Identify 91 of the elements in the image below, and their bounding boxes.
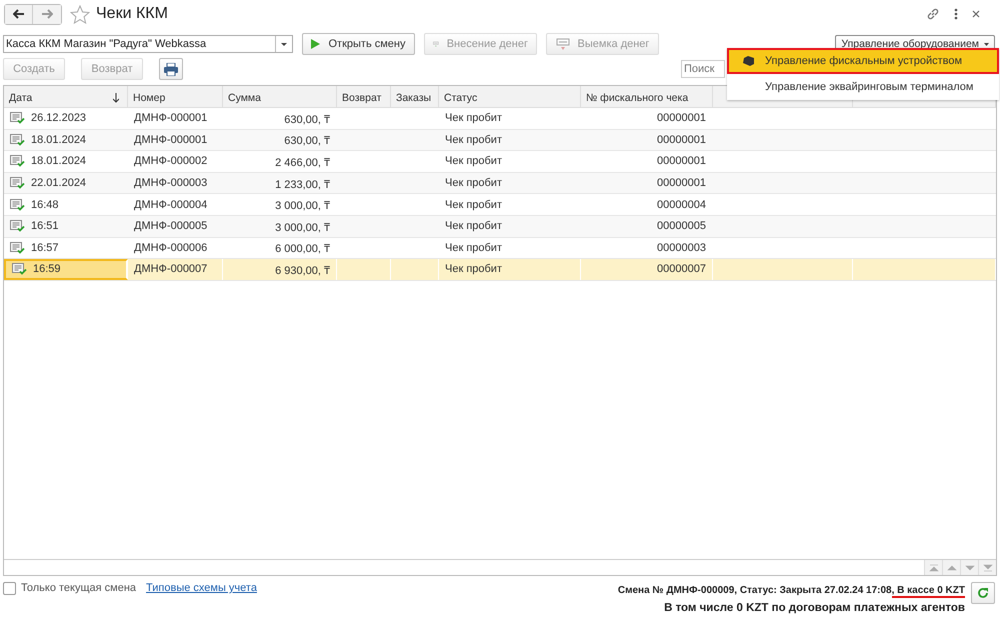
checkbox-label: Только текущая смена: [21, 582, 136, 594]
back-arrow-icon: [12, 9, 24, 19]
column-header[interactable]: № фискального чека: [581, 86, 713, 107]
column-header[interactable]: Сумма: [223, 86, 337, 107]
receipt-check-icon: [10, 112, 25, 124]
refresh-button[interactable]: [971, 582, 995, 604]
table-cell: ДМНФ-000005: [134, 220, 208, 232]
receipt-check-icon: [12, 263, 27, 276]
table-row[interactable]: 16:51 ДМНФ-000005 3 000,00, ₸ Чек пробит 00000005: [4, 216, 996, 238]
link-icon[interactable]: [926, 7, 940, 21]
table-cell: Чек пробит: [445, 177, 502, 190]
scroll-arrow-icon: [982, 564, 992, 572]
scroll-button[interactable]: [960, 560, 978, 575]
table-cell: 18.01.2024: [31, 155, 86, 168]
register-select[interactable]: Касса ККМ Магазин "Радуга" Webkassa: [3, 35, 293, 53]
scroll-arrow-icon: [928, 564, 938, 572]
table-cell: Чек пробит: [445, 198, 502, 211]
table-cell: 00000003: [657, 242, 706, 254]
table-cell: ДМНФ-000003: [134, 177, 208, 190]
table-cell: 18.01.2024: [31, 134, 86, 146]
agents-text: В том числе 0 KZT по договорам платежных агентов: [664, 602, 965, 614]
table-cell: 26.12.2023: [31, 112, 86, 124]
checkbox[interactable]: [3, 582, 16, 594]
cash-text: , В кассе 0 KZT: [892, 585, 965, 598]
table-cell: 00000001: [657, 155, 706, 168]
scroll-button[interactable]: [942, 560, 960, 575]
table-cell: 00000001: [657, 112, 706, 124]
table-cell-text: 630,00, ₸: [284, 134, 330, 148]
table-row[interactable]: 22.01.2024 ДМНФ-000003 1 233,00, ₸ Чек пробит 00000001: [4, 172, 996, 194]
table-cell: ДМНФ-000001: [134, 112, 208, 124]
more-icon[interactable]: [954, 8, 958, 20]
table-cell-text: 6 000,00, ₸: [275, 242, 330, 256]
receipt-check-icon: [10, 220, 25, 232]
table-cell: 16:57: [31, 242, 59, 254]
receipt-check-icon: [10, 177, 25, 190]
receipt-check-icon: [10, 242, 25, 254]
table-cell: 00000007: [657, 263, 706, 276]
shift-status-text: Смена № ДМНФ-000009, Статус: Закрыта 27.02.24 17:08: [618, 585, 892, 596]
column-header[interactable]: Заказы: [391, 86, 439, 107]
table-cell: 22.01.2024: [31, 177, 86, 190]
table-cell: 00000005: [657, 220, 706, 232]
close-icon[interactable]: [972, 10, 980, 18]
menu-item[interactable]: Управление фискальным устройством: [727, 48, 999, 74]
forward-arrow-icon: [41, 9, 53, 19]
table-cell-text: 6 930,00, ₸: [275, 264, 330, 277]
table-cell: 00000001: [657, 177, 706, 190]
column-header[interactable]: Статус: [439, 86, 581, 107]
print-button[interactable]: [159, 58, 183, 80]
column-header[interactable]: Возврат: [337, 86, 391, 107]
table-cell: ДМНФ-000006: [134, 242, 208, 254]
table-cell-text: 3 000,00, ₸: [275, 220, 330, 234]
table-cell-text: 3 000,00, ₸: [275, 199, 330, 212]
table-cell-text: 1 233,00, ₸: [275, 178, 330, 191]
receipt-check-icon: [10, 134, 25, 146]
caret-icon: [281, 42, 287, 46]
table-cell: 16:48: [31, 198, 59, 211]
receipt-check-icon: [10, 155, 25, 168]
cash-register-icon: [556, 38, 570, 50]
refresh-icon: [977, 587, 989, 599]
table-cell: 00000004: [657, 198, 706, 211]
column-header[interactable]: Номер: [128, 86, 223, 107]
back-button[interactable]: [5, 4, 33, 24]
table-cell: 00000001: [657, 134, 706, 146]
menu-item[interactable]: Управление эквайринговым терминалом: [727, 74, 999, 100]
table-cell: Чек пробит: [445, 155, 502, 168]
table-cell: Чек пробит: [445, 112, 502, 124]
window-title: Чеки ККМ: [96, 5, 168, 23]
table-cell: ДМНФ-000007: [134, 263, 208, 276]
table-cell: ДМНФ-000002: [134, 155, 208, 168]
table-cell: Чек пробит: [445, 242, 502, 254]
receipt-check-icon: [10, 198, 25, 211]
table-row[interactable]: 16:59 ДМНФ-000007 6 930,00, ₸ Чек пробит 00000007: [4, 259, 996, 281]
table-cell-text: 2 466,00, ₸: [275, 156, 330, 169]
table-cell: 16:59: [33, 263, 61, 276]
star-icon[interactable]: [70, 4, 90, 24]
scroll-button[interactable]: [978, 560, 996, 575]
accounting-schemes-link[interactable]: Типовые схемы учета: [146, 582, 257, 594]
table-cell: Чек пробит: [445, 263, 502, 276]
column-header[interactable]: Дата: [4, 86, 128, 107]
search-field[interactable]: Поиск: [681, 60, 725, 78]
table-row[interactable]: 18.01.2024 ДМНФ-000001 630,00, ₸ Чек пробит 00000001: [4, 130, 996, 152]
caret-icon: [984, 42, 989, 46]
table-cell-text: 630,00, ₸: [284, 112, 330, 126]
table-cell: Чек пробит: [445, 220, 502, 232]
table-cell: 16:51: [31, 220, 59, 232]
table-cell: ДМНФ-000001: [134, 134, 208, 146]
table-cell: ДМНФ-000004: [134, 198, 208, 211]
shift-button[interactable]: Открыть смену: [302, 33, 415, 55]
play-icon: [311, 39, 320, 49]
table-cell: Чек пробит: [445, 134, 502, 146]
scroll-button[interactable]: [924, 560, 942, 575]
